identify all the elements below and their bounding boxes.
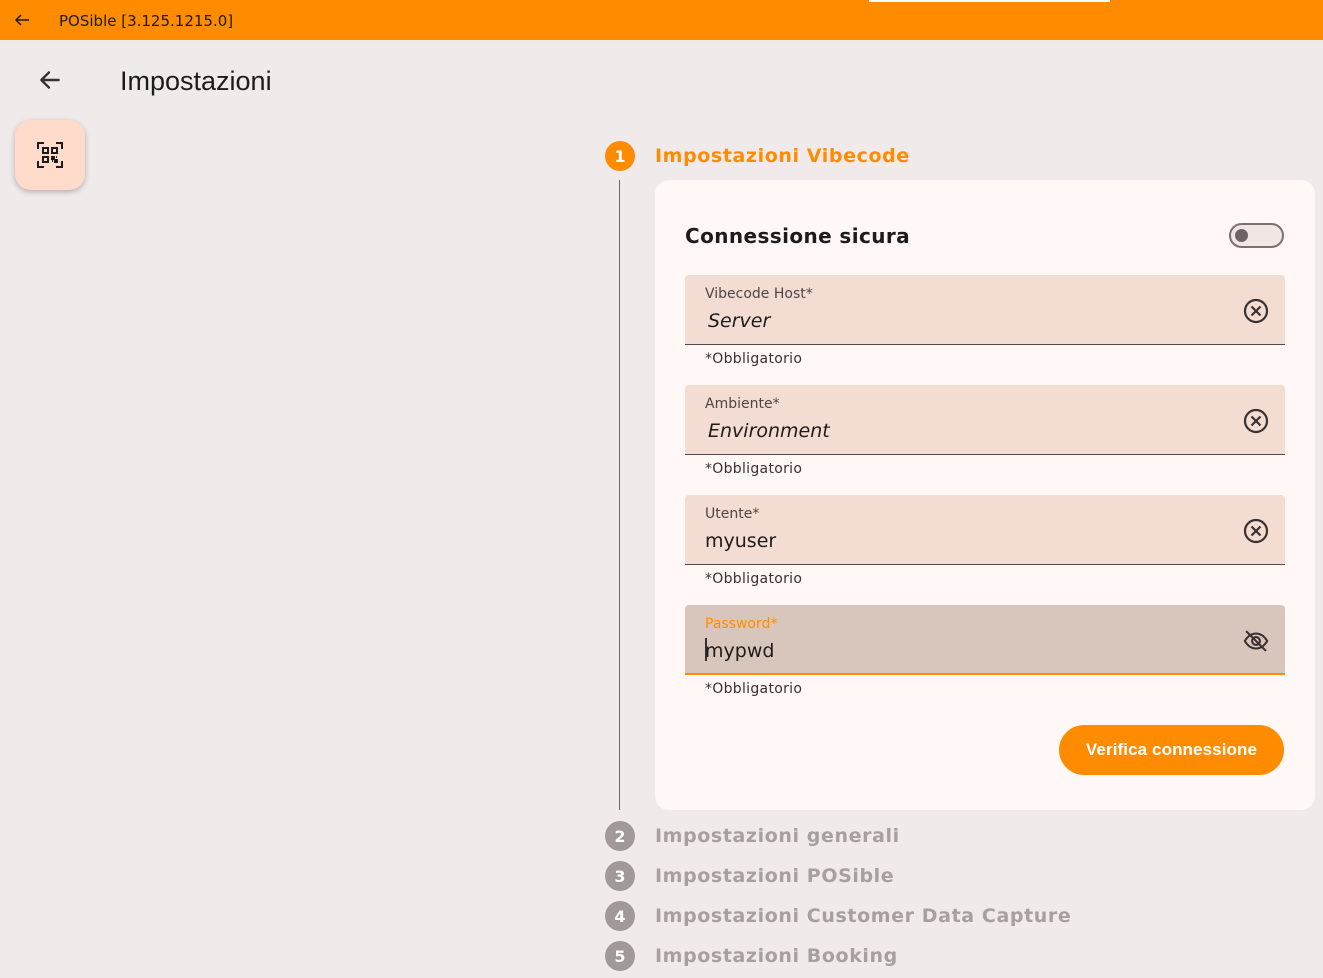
step-2-label[interactable]: Impostazioni generali <box>655 825 900 847</box>
window-title: POSible [3.125.1215.0] <box>59 12 234 30</box>
clear-host-button[interactable] <box>1242 297 1270 325</box>
qr-scan-button[interactable] <box>15 120 85 190</box>
password-field[interactable]: Password* mypwd <box>685 605 1285 675</box>
arrow-back-icon <box>40 71 60 89</box>
window-titlebar: POSible [3.125.1215.0] <box>0 0 1323 40</box>
page-title: Impostazioni <box>120 66 272 96</box>
password-label: Password* <box>705 616 778 632</box>
step-5-label[interactable]: Impostazioni Booking <box>655 945 898 967</box>
visibility-off-icon <box>1243 630 1269 652</box>
user-label: Utente* <box>705 506 760 522</box>
back-button[interactable] <box>34 64 66 96</box>
step-3-label[interactable]: Impostazioni POSible <box>655 865 894 887</box>
secure-connection-label: Connessione sicura <box>685 224 911 248</box>
environment-field[interactable]: Ambiente* Environment <box>685 385 1285 455</box>
vibecode-host-value: Server <box>708 310 771 332</box>
user-field[interactable]: Utente* myuser <box>685 495 1285 565</box>
vibecode-host-field[interactable]: Vibecode Host* Server <box>685 275 1285 345</box>
password-value: mypwd <box>705 640 775 662</box>
step-4-label[interactable]: Impostazioni Customer Data Capture <box>655 905 1071 927</box>
environment-helper: *Obbligatorio <box>705 461 803 477</box>
vibecode-host-helper: *Obbligatorio <box>705 351 803 367</box>
user-value: myuser <box>705 530 777 552</box>
step-4-indicator[interactable]: 4 <box>605 901 635 931</box>
step-3-indicator[interactable]: 3 <box>605 861 635 891</box>
clear-circle-icon <box>1243 298 1269 324</box>
password-helper: *Obbligatorio <box>705 681 803 697</box>
toggle-password-visibility-button[interactable] <box>1242 627 1270 655</box>
secure-connection-toggle[interactable] <box>1229 223 1284 248</box>
vibecode-host-label: Vibecode Host* <box>705 286 813 302</box>
clear-circle-icon <box>1243 518 1269 544</box>
step-5-indicator[interactable]: 5 <box>605 941 635 971</box>
titlebar-highlight <box>869 0 1110 2</box>
step-1-indicator[interactable]: 1 <box>605 141 635 171</box>
clear-user-button[interactable] <box>1242 517 1270 545</box>
toggle-knob <box>1235 229 1248 242</box>
clear-circle-icon <box>1243 408 1269 434</box>
step-2-indicator[interactable]: 2 <box>605 821 635 851</box>
qr-code-scanner-icon <box>37 142 63 168</box>
window-back-icon[interactable] <box>12 10 32 30</box>
environment-value: Environment <box>708 420 830 442</box>
clear-environment-button[interactable] <box>1242 407 1270 435</box>
step-1-label[interactable]: Impostazioni Vibecode <box>655 145 910 167</box>
environment-label: Ambiente* <box>705 396 780 412</box>
user-helper: *Obbligatorio <box>705 571 803 587</box>
verify-connection-button[interactable]: Verifica connessione <box>1059 725 1284 775</box>
step-connector-line <box>619 180 620 810</box>
